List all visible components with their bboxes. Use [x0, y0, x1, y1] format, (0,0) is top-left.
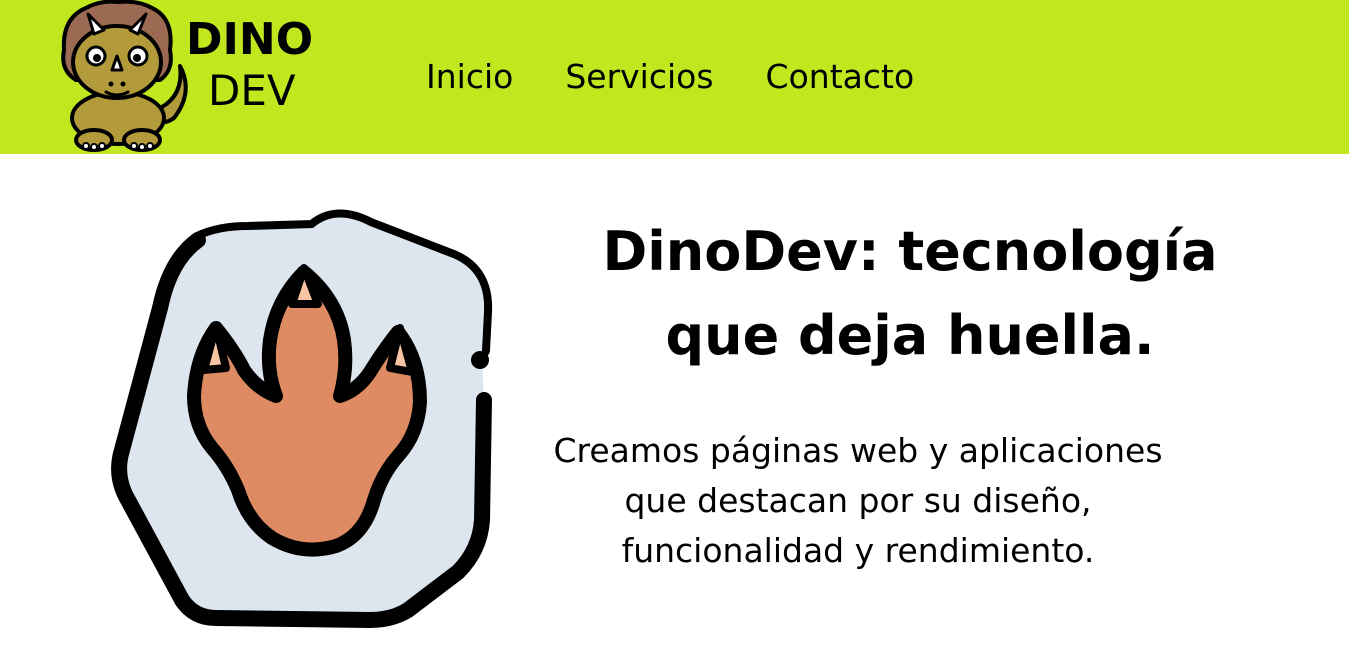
dino-footprint-icon: [108, 200, 498, 630]
hero-subtitle: Creamos páginas web y aplicaciones que d…: [553, 431, 1163, 570]
nav-link-servicios[interactable]: Servicios: [565, 56, 713, 98]
nav-link-contacto[interactable]: Contacto: [766, 56, 915, 98]
site-header: DINO DEV Inicio Servicios Contacto: [0, 0, 1349, 154]
nav-link-inicio[interactable]: Inicio: [426, 56, 513, 98]
hero-title: DinoDev: tecnología que deja huella.: [602, 220, 1218, 367]
brand-logo[interactable]: DINO DEV: [186, 14, 356, 116]
main-nav: Inicio Servicios Contacto: [426, 56, 966, 98]
brand-name-line2: DEV: [208, 66, 296, 115]
brand-name-line1: DINO: [186, 14, 314, 65]
triceratops-logo-icon[interactable]: [56, 0, 196, 154]
